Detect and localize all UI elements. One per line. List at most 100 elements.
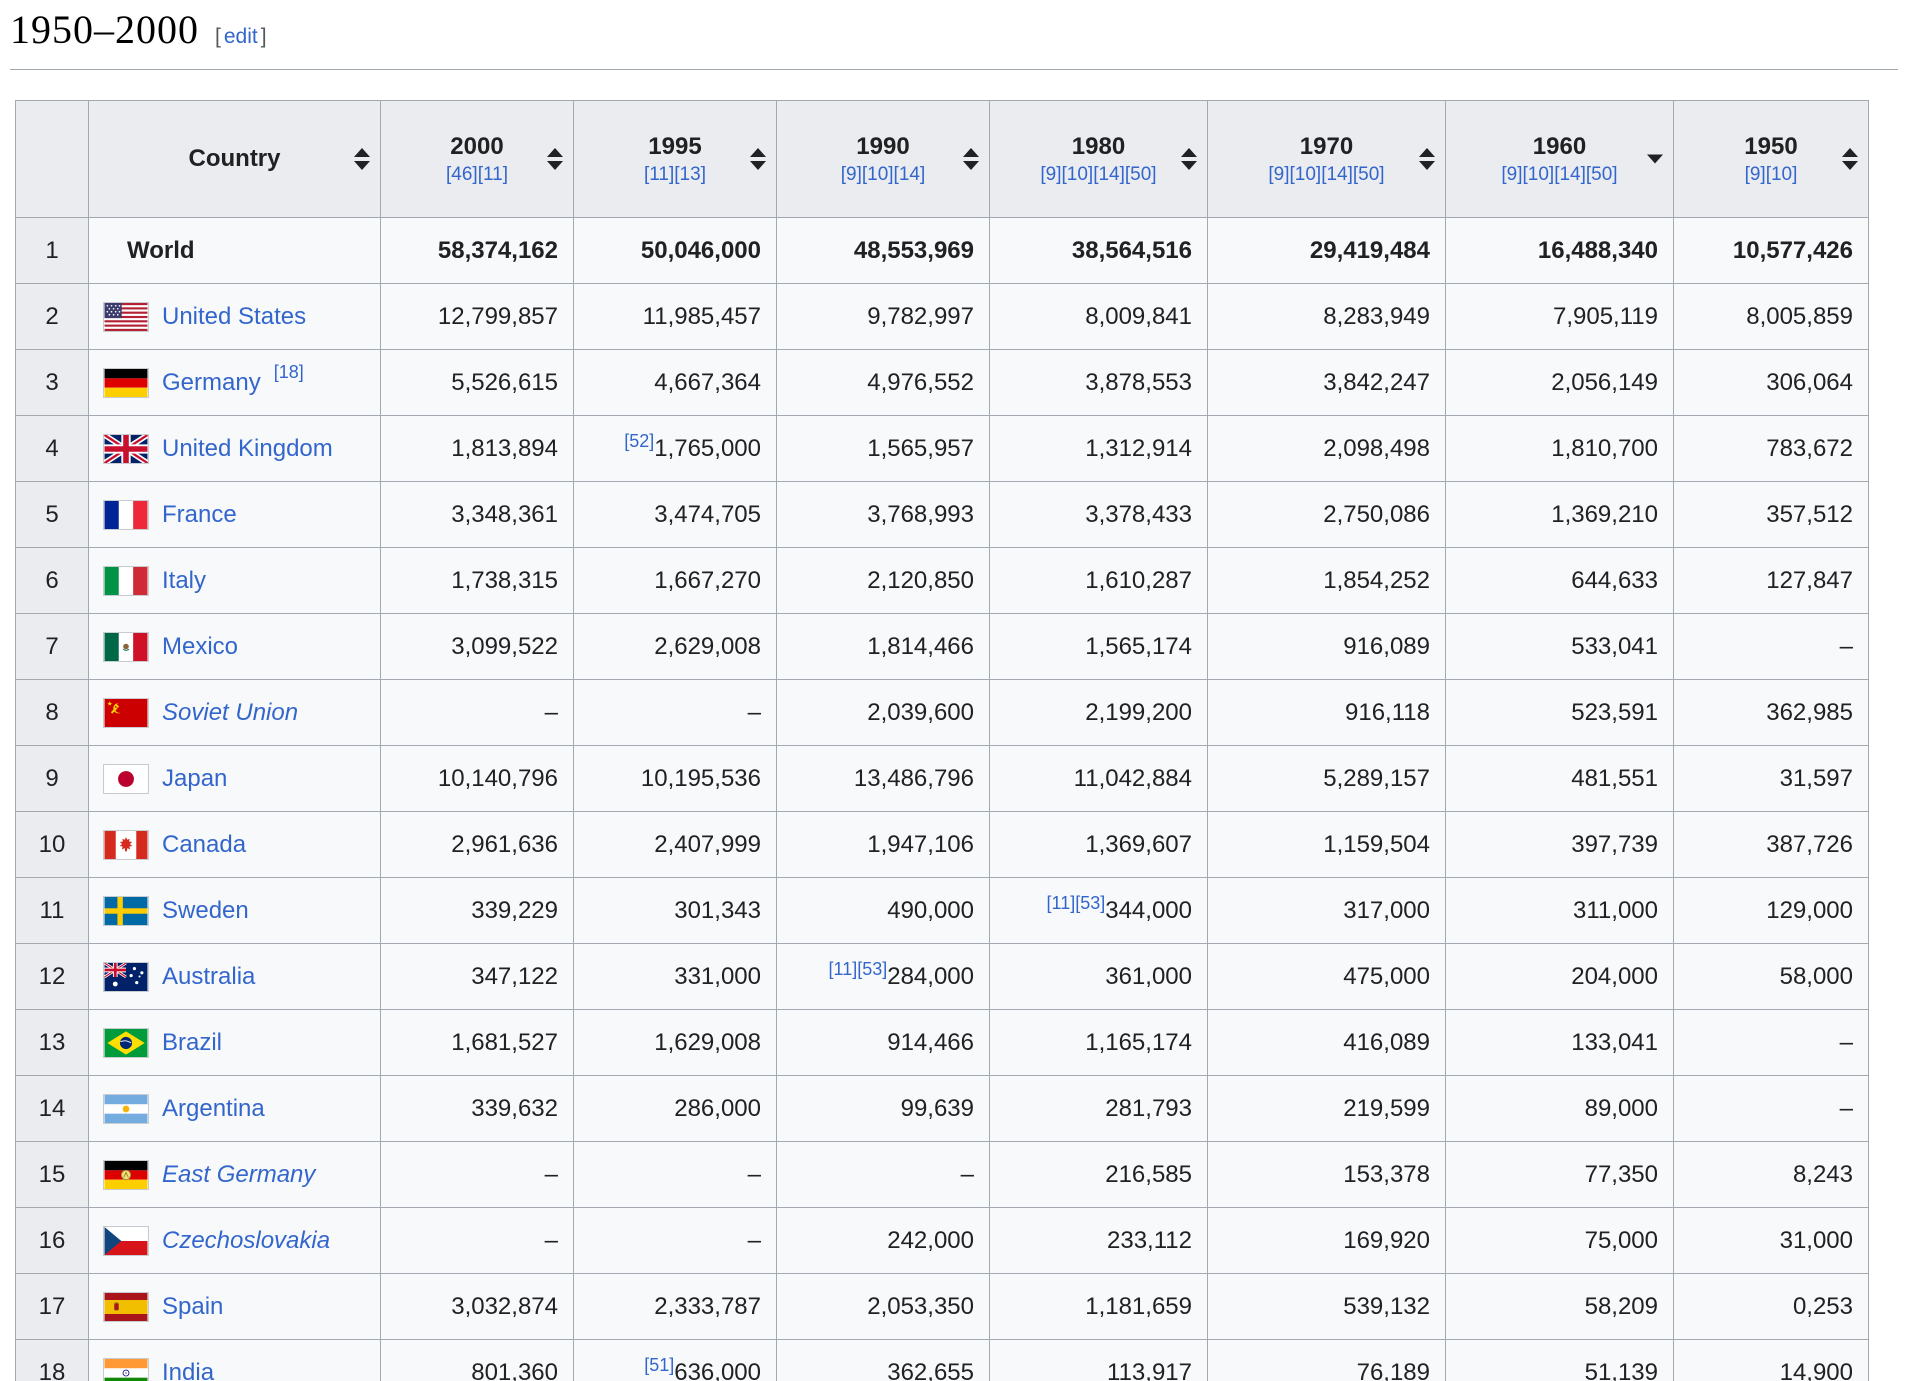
country-link[interactable]: France — [162, 501, 237, 529]
value-cell: – — [1674, 1076, 1869, 1142]
country-link[interactable]: Soviet Union — [162, 699, 298, 727]
value-cell: 58,000 — [1674, 944, 1869, 1010]
australia-flag-icon — [103, 962, 149, 992]
edit-link[interactable]: edit — [221, 25, 261, 48]
brazil-flag-icon — [103, 1028, 149, 1058]
column-refs-links[interactable]: [9][10] — [1745, 163, 1798, 187]
ref-link[interactable]: [18] — [274, 362, 304, 383]
value-cell: 75,000 — [1446, 1208, 1674, 1274]
column-label: 1980 — [1072, 132, 1125, 162]
country-link[interactable]: Mexico — [162, 633, 238, 661]
value-cell: 10,195,536 — [574, 746, 777, 812]
value-cell: 11,042,884 — [990, 746, 1208, 812]
column-refs-links[interactable]: [11][13] — [644, 163, 706, 187]
value-cell: 58,374,162 — [381, 218, 574, 284]
value-cell: [11][53]344,000 — [990, 878, 1208, 944]
value-cell: 387,726 — [1674, 812, 1869, 878]
column-header-1995[interactable]: 1995[11][13] — [574, 101, 777, 218]
country-cell: India — [89, 1340, 381, 1381]
column-refs-links[interactable]: [9][10][14] — [841, 163, 926, 187]
value-cell: 1,629,008 — [574, 1010, 777, 1076]
country-link[interactable]: Czechoslovakia — [162, 1227, 330, 1255]
value-cell: 2,407,999 — [574, 812, 777, 878]
value-cell: 48,553,969 — [777, 218, 990, 284]
value-cell: 3,878,553 — [990, 350, 1208, 416]
country-link[interactable]: Japan — [162, 765, 227, 793]
value-cell: 490,000 — [777, 878, 990, 944]
value-cell: 317,000 — [1208, 878, 1446, 944]
table-row: 6Italy1,738,3151,667,2702,120,8501,610,2… — [16, 548, 1869, 614]
column-header-1960[interactable]: 1960[9][10][14][50] — [1446, 101, 1674, 218]
value-cell: 1,159,504 — [1208, 812, 1446, 878]
value-cell: 31,597 — [1674, 746, 1869, 812]
value-cell: 2,750,086 — [1208, 482, 1446, 548]
value-cell: 361,000 — [990, 944, 1208, 1010]
country-link[interactable]: United Kingdom — [162, 435, 333, 463]
country-link[interactable]: Spain — [162, 1293, 223, 1321]
table-row: 15East Germany–––216,585153,37877,3508,2… — [16, 1142, 1869, 1208]
value-cell: 99,639 — [777, 1076, 990, 1142]
rank-cell: 4 — [16, 416, 89, 482]
column-header-1950[interactable]: 1950[9][10] — [1674, 101, 1869, 218]
rank-cell: 11 — [16, 878, 89, 944]
ref-link[interactable]: [11][53] — [1047, 893, 1106, 913]
value-cell: 3,474,705 — [574, 482, 777, 548]
country-link[interactable]: Sweden — [162, 897, 249, 925]
country-link[interactable]: Italy — [162, 567, 206, 595]
column-refs-links[interactable]: [46][11] — [446, 163, 508, 187]
rank-cell: 7 — [16, 614, 89, 680]
column-refs-links[interactable]: [9][10][14][50] — [1268, 163, 1384, 187]
column-refs-links[interactable]: [9][10][14][50] — [1040, 163, 1156, 187]
value-cell: 2,199,200 — [990, 680, 1208, 746]
country-link[interactable]: Brazil — [162, 1029, 222, 1057]
rank-cell: 16 — [16, 1208, 89, 1274]
soviet-union-flag-icon — [103, 698, 149, 728]
value-cell: 1,813,894 — [381, 416, 574, 482]
sort-icon — [547, 148, 563, 170]
ref-link[interactable]: [11][53] — [829, 959, 888, 979]
country-link[interactable]: Argentina — [162, 1095, 265, 1123]
ref-link[interactable]: [52] — [624, 431, 654, 451]
country-link[interactable]: Australia — [162, 963, 255, 991]
column-label: 2000 — [450, 132, 503, 162]
value-cell: 204,000 — [1446, 944, 1674, 1010]
column-header-country[interactable]: Country — [89, 101, 381, 218]
table-row: 3Germany[18]5,526,6154,667,3644,976,5523… — [16, 350, 1869, 416]
column-label: Country — [189, 144, 281, 174]
value-cell: 533,041 — [1446, 614, 1674, 680]
value-cell: 539,132 — [1208, 1274, 1446, 1340]
value-cell: 2,056,149 — [1446, 350, 1674, 416]
country-cell: East Germany — [89, 1142, 381, 1208]
table-row: 1World58,374,16250,046,00048,553,96938,5… — [16, 218, 1869, 284]
value-cell: 783,672 — [1674, 416, 1869, 482]
sweden-flag-icon — [103, 896, 149, 926]
country-cell: United Kingdom — [89, 416, 381, 482]
country-link[interactable]: East Germany — [162, 1161, 315, 1189]
value-cell: 2,053,350 — [777, 1274, 990, 1340]
sort-icon — [1181, 148, 1197, 170]
column-refs-links[interactable]: [9][10][14][50] — [1501, 163, 1617, 187]
value-cell: 1,165,174 — [990, 1010, 1208, 1076]
column-header-1980[interactable]: 1980[9][10][14][50] — [990, 101, 1208, 218]
column-header-1990[interactable]: 1990[9][10][14] — [777, 101, 990, 218]
value-cell: 801,360 — [381, 1340, 574, 1381]
sort-desc-icon — [1647, 155, 1663, 164]
value-cell: 362,655 — [777, 1340, 990, 1381]
rank-cell: 18 — [16, 1340, 89, 1381]
value-cell: 14,900 — [1674, 1340, 1869, 1381]
column-header-2000[interactable]: 2000[46][11] — [381, 101, 574, 218]
value-cell: 233,112 — [990, 1208, 1208, 1274]
sort-icon — [354, 148, 370, 170]
value-cell: 362,985 — [1674, 680, 1869, 746]
country-link[interactable]: Canada — [162, 831, 246, 859]
country-cell: Australia — [89, 944, 381, 1010]
column-header-1970[interactable]: 1970[9][10][14][50] — [1208, 101, 1446, 218]
value-cell: 13,486,796 — [777, 746, 990, 812]
country-link[interactable]: Germany — [162, 369, 261, 397]
table-header: Country2000[46][11]1995[11][13]1990[9][1… — [16, 101, 1869, 218]
ref-link[interactable]: [51] — [644, 1355, 674, 1375]
value-cell: 5,526,615 — [381, 350, 574, 416]
value-cell: – — [574, 1208, 777, 1274]
country-link[interactable]: India — [162, 1359, 214, 1381]
country-link[interactable]: United States — [162, 303, 306, 331]
